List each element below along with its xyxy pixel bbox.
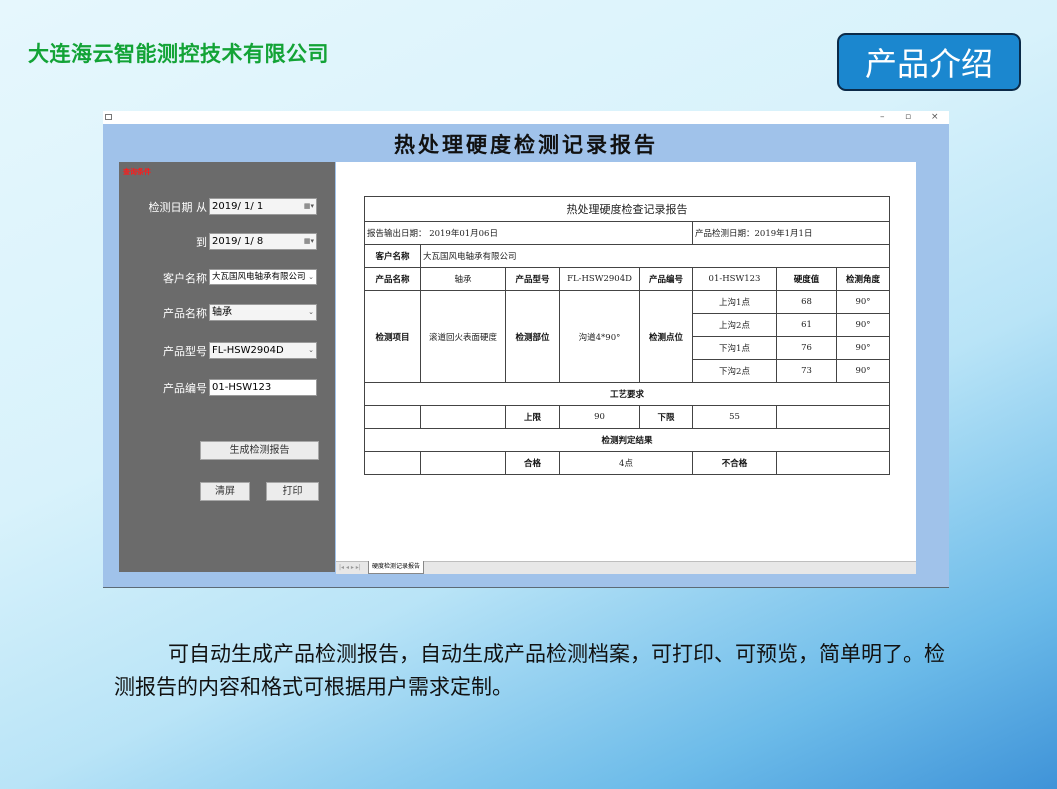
point-label: 检测点位 xyxy=(639,290,693,383)
empty-cell xyxy=(420,451,506,475)
product-code-label: 产品编号 xyxy=(639,267,693,291)
product-model-value: FL-HSW2904D xyxy=(559,267,640,291)
point-name: 下沟1点 xyxy=(692,336,777,360)
chevron-down-icon: ⌄ xyxy=(308,273,314,281)
window-heading: 热处理硬度检测记录报告 xyxy=(394,132,658,157)
fail-count xyxy=(776,451,890,475)
item-label: 检测项目 xyxy=(364,290,421,383)
query-panel-title: 查询条件 xyxy=(123,168,151,176)
customer-value: 大瓦国风电轴承有限公司 xyxy=(420,244,890,268)
process-header: 工艺要求 xyxy=(364,382,890,406)
part-label: 检测部位 xyxy=(505,290,560,383)
product-code-value: 01-HSW123 xyxy=(692,267,777,291)
point-hardness: 68 xyxy=(776,290,837,314)
report-tab-bar: |◂ ◂ ▸ ▸| 硬度检测记录报告 xyxy=(336,561,916,574)
point-hardness: 73 xyxy=(776,359,837,383)
product-name-label: 产品名称 xyxy=(163,307,207,320)
chevron-down-icon: ⌄ xyxy=(308,346,314,354)
minimize-icon[interactable]: – xyxy=(880,111,885,124)
company-name: 大连海云智能测控技术有限公司 xyxy=(28,41,329,66)
calendar-icon: ▦▾ xyxy=(303,237,314,245)
tab-nav-arrows[interactable]: |◂ ◂ ▸ ▸| xyxy=(339,562,361,573)
point-name: 上沟2点 xyxy=(692,313,777,337)
app-icon xyxy=(105,114,112,120)
date-from-value: 2019/ 1/ 1 xyxy=(212,201,264,212)
customer-value: 大瓦国风电轴承有限公司 xyxy=(212,272,306,282)
empty-cell xyxy=(364,405,421,429)
date-to-picker[interactable]: 2019/ 1/ 8 ▦▾ xyxy=(209,233,317,250)
point-hardness: 61 xyxy=(776,313,837,337)
point-hardness: 76 xyxy=(776,336,837,360)
pass-label: 合格 xyxy=(505,451,560,475)
product-code-input[interactable]: 01-HSW123 xyxy=(209,379,317,396)
date-from-label: 检测日期 从 xyxy=(148,201,208,214)
product-name-value: 轴承 xyxy=(212,307,232,318)
product-name-label: 产品名称 xyxy=(364,267,421,291)
query-panel: 查询条件 检测日期 从 2019/ 1/ 1 ▦▾ 到 2019/ 1/ 8 ▦… xyxy=(119,162,335,572)
generate-report-button[interactable]: 生成检测报告 xyxy=(200,441,319,460)
upper-label: 上限 xyxy=(505,405,560,429)
product-model-value: FL-HSW2904D xyxy=(212,345,284,356)
customer-label: 客户名称 xyxy=(364,244,421,268)
item-value: 滚道回火表面硬度 xyxy=(420,290,506,383)
slide-description: 可自动生成产品检测报告，自动生成产品检测档案，可打印、可预览，简单明了。检测报告… xyxy=(114,638,949,704)
product-model-select[interactable]: FL-HSW2904D ⌄ xyxy=(209,342,317,359)
tab-hardness-report[interactable]: 硬度检测记录报告 xyxy=(368,561,425,574)
point-angle: 90° xyxy=(836,359,890,383)
product-code-value: 01-HSW123 xyxy=(212,382,272,393)
report-title: 热处理硬度检查记录报告 xyxy=(364,196,890,222)
window-header: 热处理硬度检测记录报告 xyxy=(103,124,949,161)
product-model-label: 产品型号 xyxy=(163,345,207,358)
lower-value: 55 xyxy=(692,405,777,429)
point-angle: 90° xyxy=(836,313,890,337)
empty-cell xyxy=(364,451,421,475)
pass-count: 4点 xyxy=(559,451,693,475)
customer-label: 客户名称 xyxy=(163,272,207,285)
customer-select[interactable]: 大瓦国风电轴承有限公司 ⌄ xyxy=(209,269,317,285)
product-name-value: 轴承 xyxy=(420,267,506,291)
date-from-picker[interactable]: 2019/ 1/ 1 ▦▾ xyxy=(209,198,317,215)
calendar-icon: ▦▾ xyxy=(303,202,314,210)
product-code-label: 产品编号 xyxy=(163,382,207,395)
angle-header: 检测角度 xyxy=(836,267,890,291)
hardness-header: 硬度值 xyxy=(776,267,837,291)
product-intro-badge: 产品介绍 xyxy=(837,33,1021,91)
lower-label: 下限 xyxy=(639,405,693,429)
report-output-date: 报告输出日期： 2019年01月06日 xyxy=(364,221,693,245)
point-angle: 90° xyxy=(836,290,890,314)
date-to-value: 2019/ 1/ 8 xyxy=(212,236,264,247)
product-model-label: 产品型号 xyxy=(505,267,560,291)
upper-value: 90 xyxy=(559,405,640,429)
app-window: – ▫ × 热处理硬度检测记录报告 查询条件 检测日期 从 2019/ 1/ 1… xyxy=(103,111,949,587)
empty-cell xyxy=(420,405,506,429)
report-table: 热处理硬度检查记录报告 报告输出日期： 2019年01月06日 产品检测日期：2… xyxy=(364,196,890,475)
point-name: 上沟1点 xyxy=(692,290,777,314)
product-name-select[interactable]: 轴承 ⌄ xyxy=(209,304,317,321)
point-name: 下沟2点 xyxy=(692,359,777,383)
report-preview: 热处理硬度检查记录报告 报告输出日期： 2019年01月06日 产品检测日期：2… xyxy=(336,162,916,561)
chevron-down-icon: ⌄ xyxy=(308,308,314,316)
result-header: 检测判定结果 xyxy=(364,428,890,452)
clear-button[interactable]: 清屏 xyxy=(200,482,250,501)
close-icon[interactable]: × xyxy=(931,111,939,124)
part-value: 沟道4*90° xyxy=(559,290,640,383)
report-inspect-date: 产品检测日期：2019年1月1日 xyxy=(692,221,890,245)
window-titlebar: – ▫ × xyxy=(103,111,949,124)
fail-label: 不合格 xyxy=(692,451,777,475)
restore-icon[interactable]: ▫ xyxy=(905,111,911,124)
print-button[interactable]: 打印 xyxy=(266,482,319,501)
window-body: 查询条件 检测日期 从 2019/ 1/ 1 ▦▾ 到 2019/ 1/ 8 ▦… xyxy=(103,161,949,587)
date-to-label: 到 xyxy=(196,236,207,249)
description-text: 可自动生成产品检测报告，自动生成产品检测档案，可打印、可预览，简单明了。检测报告… xyxy=(114,642,945,699)
point-angle: 90° xyxy=(836,336,890,360)
empty-cell xyxy=(776,405,890,429)
